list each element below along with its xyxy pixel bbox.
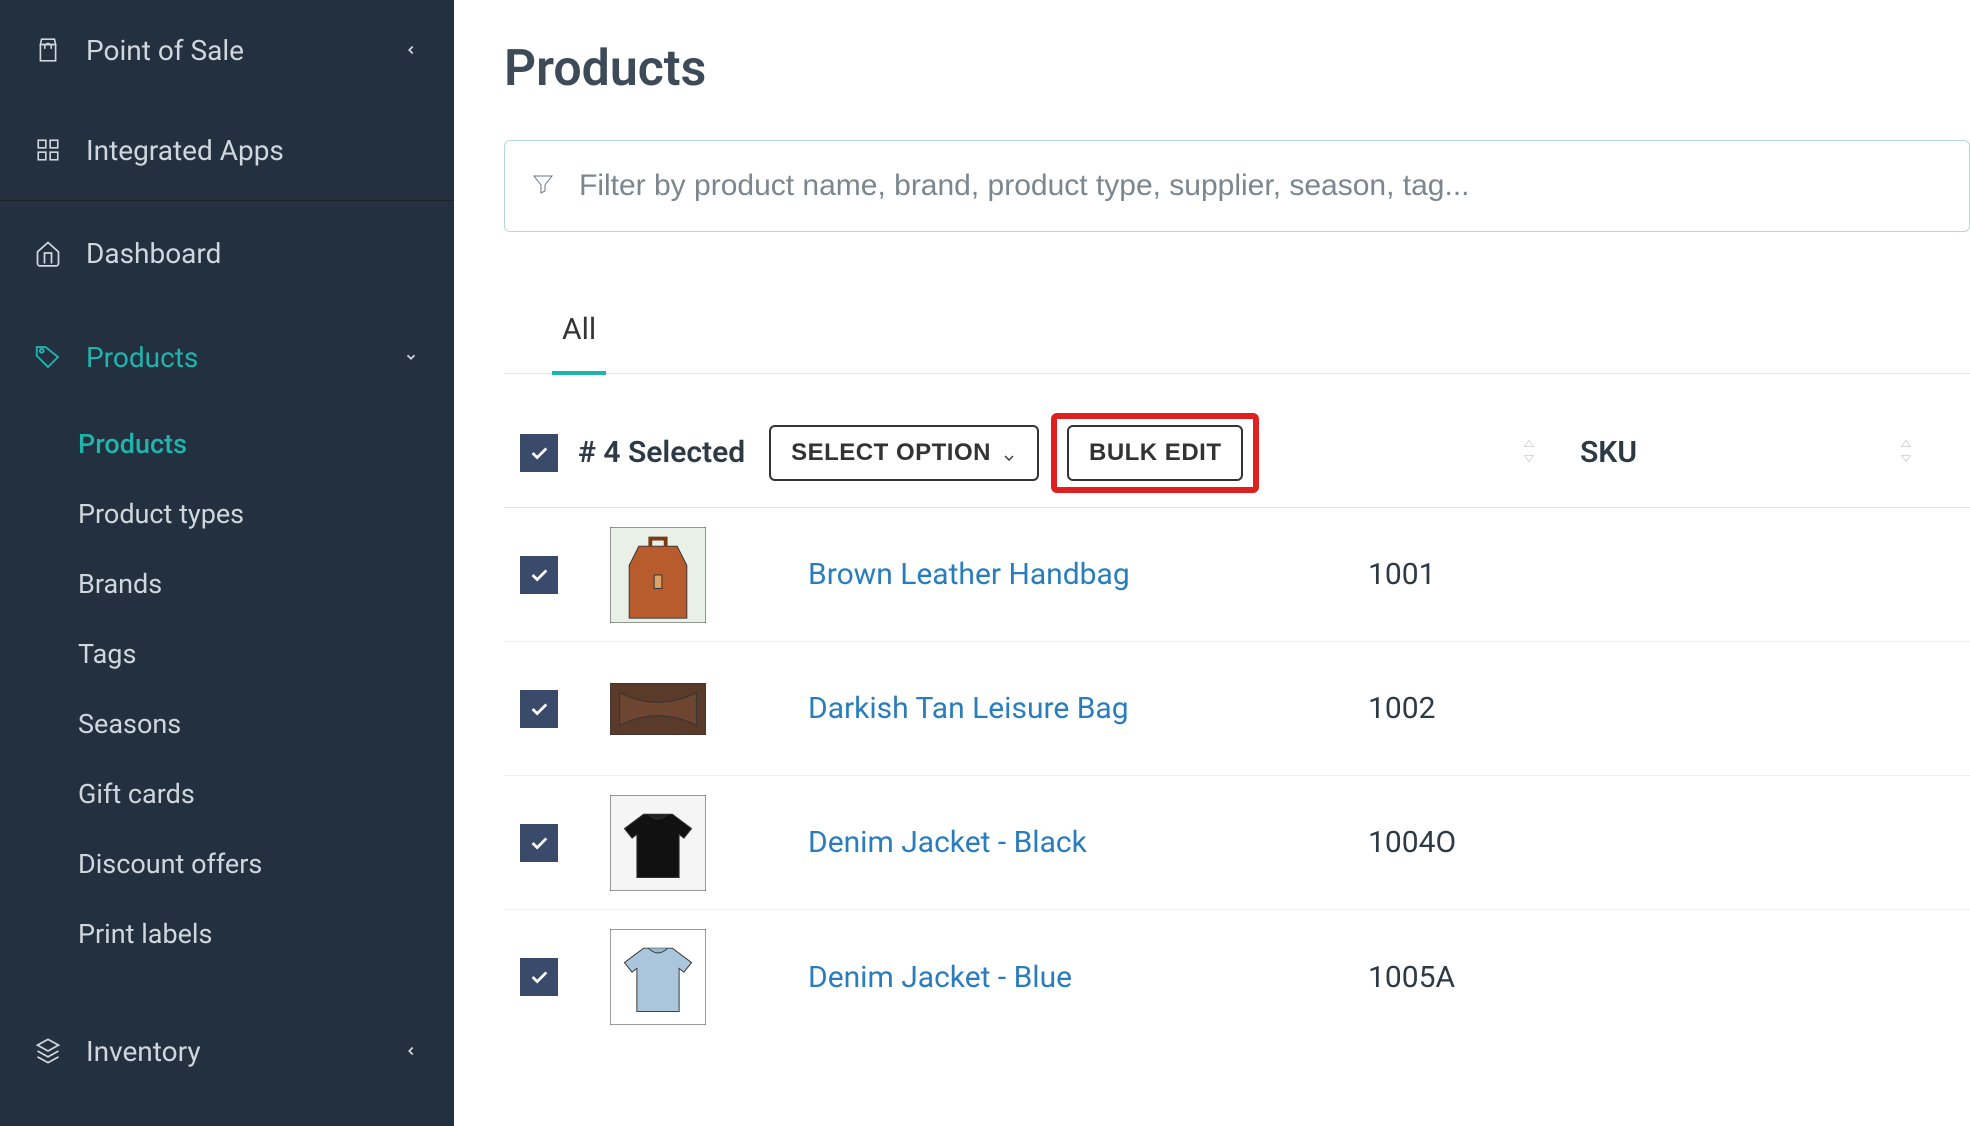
sidebar-sub-discount-offers[interactable]: Discount offers [0, 829, 454, 899]
selected-count: # 4 Selected [578, 435, 745, 470]
tab-all[interactable]: All [552, 312, 606, 375]
sidebar-item-label: Inventory [86, 1035, 396, 1068]
button-label: BULK EDIT [1089, 439, 1222, 467]
layers-icon [28, 1037, 68, 1065]
product-name-link[interactable]: Brown Leather Handbag [808, 557, 1368, 592]
product-thumbnail [610, 661, 706, 757]
sidebar-sub-label: Brands [78, 568, 162, 600]
sku-value: 1002 [1368, 691, 1435, 726]
apps-grid-icon [28, 137, 68, 163]
filter-icon [531, 172, 557, 200]
sidebar-item-integrated-apps[interactable]: Integrated Apps [0, 100, 454, 200]
row-checkbox[interactable] [520, 824, 558, 862]
table-row: Brown Leather Handbag 1001 [504, 508, 1970, 642]
sidebar-sub-label: Seasons [78, 708, 181, 740]
select-all-checkbox[interactable] [520, 434, 558, 472]
sidebar-sub-label: Products [78, 428, 187, 460]
product-thumbnail [610, 527, 706, 623]
chevron-left-icon [396, 1040, 426, 1062]
sidebar-sub-tags[interactable]: Tags [0, 619, 454, 689]
sidebar-sub-label: Product types [78, 498, 244, 530]
sidebar: Point of Sale Integrated Apps Dashboard … [0, 0, 454, 1126]
sidebar-sub-print-labels[interactable]: Print labels [0, 899, 454, 969]
row-checkbox[interactable] [520, 556, 558, 594]
table-row: Darkish Tan Leisure Bag 1002 [504, 642, 1970, 776]
row-checkbox[interactable] [520, 690, 558, 728]
sidebar-sub-products[interactable]: Products [0, 409, 454, 479]
tag-icon [28, 342, 68, 372]
sidebar-item-dashboard[interactable]: Dashboard [0, 201, 454, 305]
table-row: Denim Jacket - Black 1004O [504, 776, 1970, 910]
chevron-down-icon [396, 350, 426, 364]
page-title: Products [504, 40, 1970, 98]
sidebar-item-pos[interactable]: Point of Sale [0, 0, 454, 100]
filter-bar [504, 140, 1970, 232]
sidebar-sub-label: Discount offers [78, 848, 262, 880]
product-name-link[interactable]: Denim Jacket - Black [808, 825, 1368, 860]
chevron-down-icon [1001, 445, 1017, 461]
product-thumbnail [610, 929, 706, 1025]
column-header-sku[interactable]: SKU [1580, 435, 1637, 470]
sidebar-item-inventory[interactable]: Inventory [0, 999, 454, 1103]
sku-value: 1001 [1368, 557, 1435, 592]
shopping-bag-icon [28, 35, 68, 65]
tab-row: All [504, 312, 1970, 374]
bulk-edit-highlight: BULK EDIT [1051, 413, 1260, 493]
sidebar-sub-label: Gift cards [78, 778, 195, 810]
sidebar-item-label: Products [86, 341, 396, 374]
table-row: Denim Jacket - Blue 1005A [504, 910, 1970, 1044]
sidebar-item-label: Point of Sale [86, 34, 396, 67]
sort-arrows-icon[interactable] [1897, 438, 1921, 468]
sidebar-sub-product-types[interactable]: Product types [0, 479, 454, 549]
sort-arrows-icon[interactable] [1520, 438, 1544, 468]
sku-value: 1005A [1368, 960, 1455, 995]
sidebar-sub-seasons[interactable]: Seasons [0, 689, 454, 759]
product-thumbnail [610, 795, 706, 891]
table-header: # 4 Selected SELECT OPTION BULK EDIT SKU [504, 398, 1970, 508]
home-icon [28, 239, 68, 267]
button-label: SELECT OPTION [791, 439, 991, 467]
chevron-left-icon [396, 39, 426, 61]
main-content: Products All # 4 Selected SELECT OPTION … [454, 0, 1970, 1126]
product-name-link[interactable]: Denim Jacket - Blue [808, 960, 1368, 995]
bulk-edit-button[interactable]: BULK EDIT [1067, 425, 1244, 481]
filter-input[interactable] [579, 169, 1943, 203]
sidebar-sub-label: Print labels [78, 918, 212, 950]
row-checkbox[interactable] [520, 958, 558, 996]
sidebar-item-label: Dashboard [86, 237, 426, 270]
sidebar-item-products[interactable]: Products [0, 305, 454, 409]
sidebar-sub-brands[interactable]: Brands [0, 549, 454, 619]
product-name-link[interactable]: Darkish Tan Leisure Bag [808, 691, 1368, 726]
sidebar-item-label: Integrated Apps [86, 134, 426, 167]
sidebar-sub-label: Tags [78, 638, 136, 670]
sidebar-sub-gift-cards[interactable]: Gift cards [0, 759, 454, 829]
select-option-button[interactable]: SELECT OPTION [769, 425, 1039, 481]
sku-value: 1004O [1368, 825, 1456, 860]
